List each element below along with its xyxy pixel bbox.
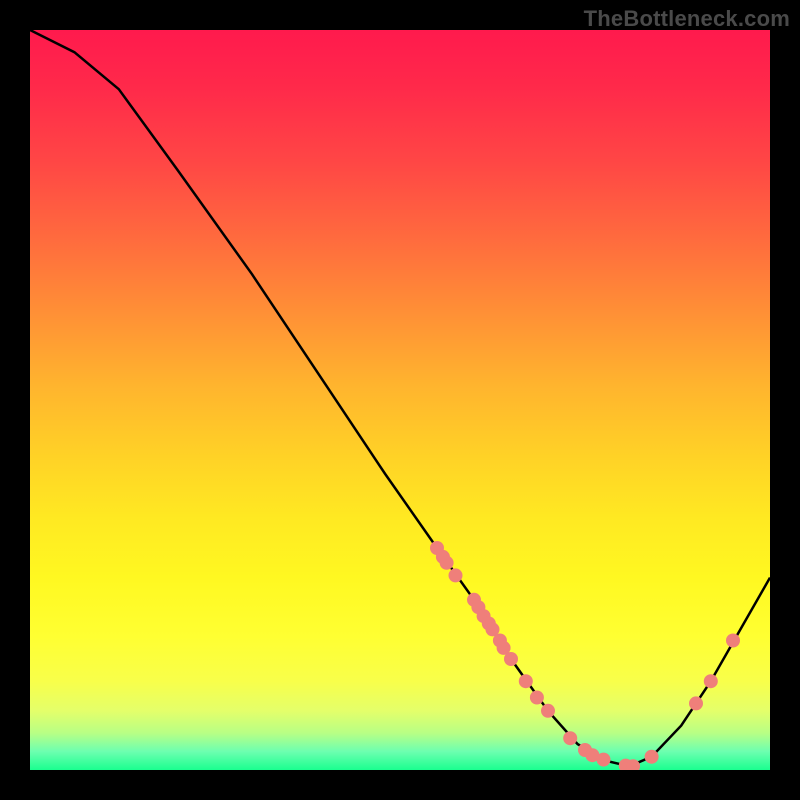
chart-area (30, 30, 770, 770)
data-point (519, 674, 533, 688)
data-point (504, 652, 518, 666)
chart-svg (30, 30, 770, 770)
data-point (689, 696, 703, 710)
watermark: TheBottleneck.com (584, 6, 790, 32)
bottleneck-curve (30, 30, 770, 766)
data-markers (430, 541, 740, 770)
data-point (645, 750, 659, 764)
data-point (541, 704, 555, 718)
data-point (530, 691, 544, 705)
data-point (597, 753, 611, 767)
data-point (440, 556, 454, 570)
data-point (704, 674, 718, 688)
data-point (726, 634, 740, 648)
data-point (563, 731, 577, 745)
data-point (449, 568, 463, 582)
